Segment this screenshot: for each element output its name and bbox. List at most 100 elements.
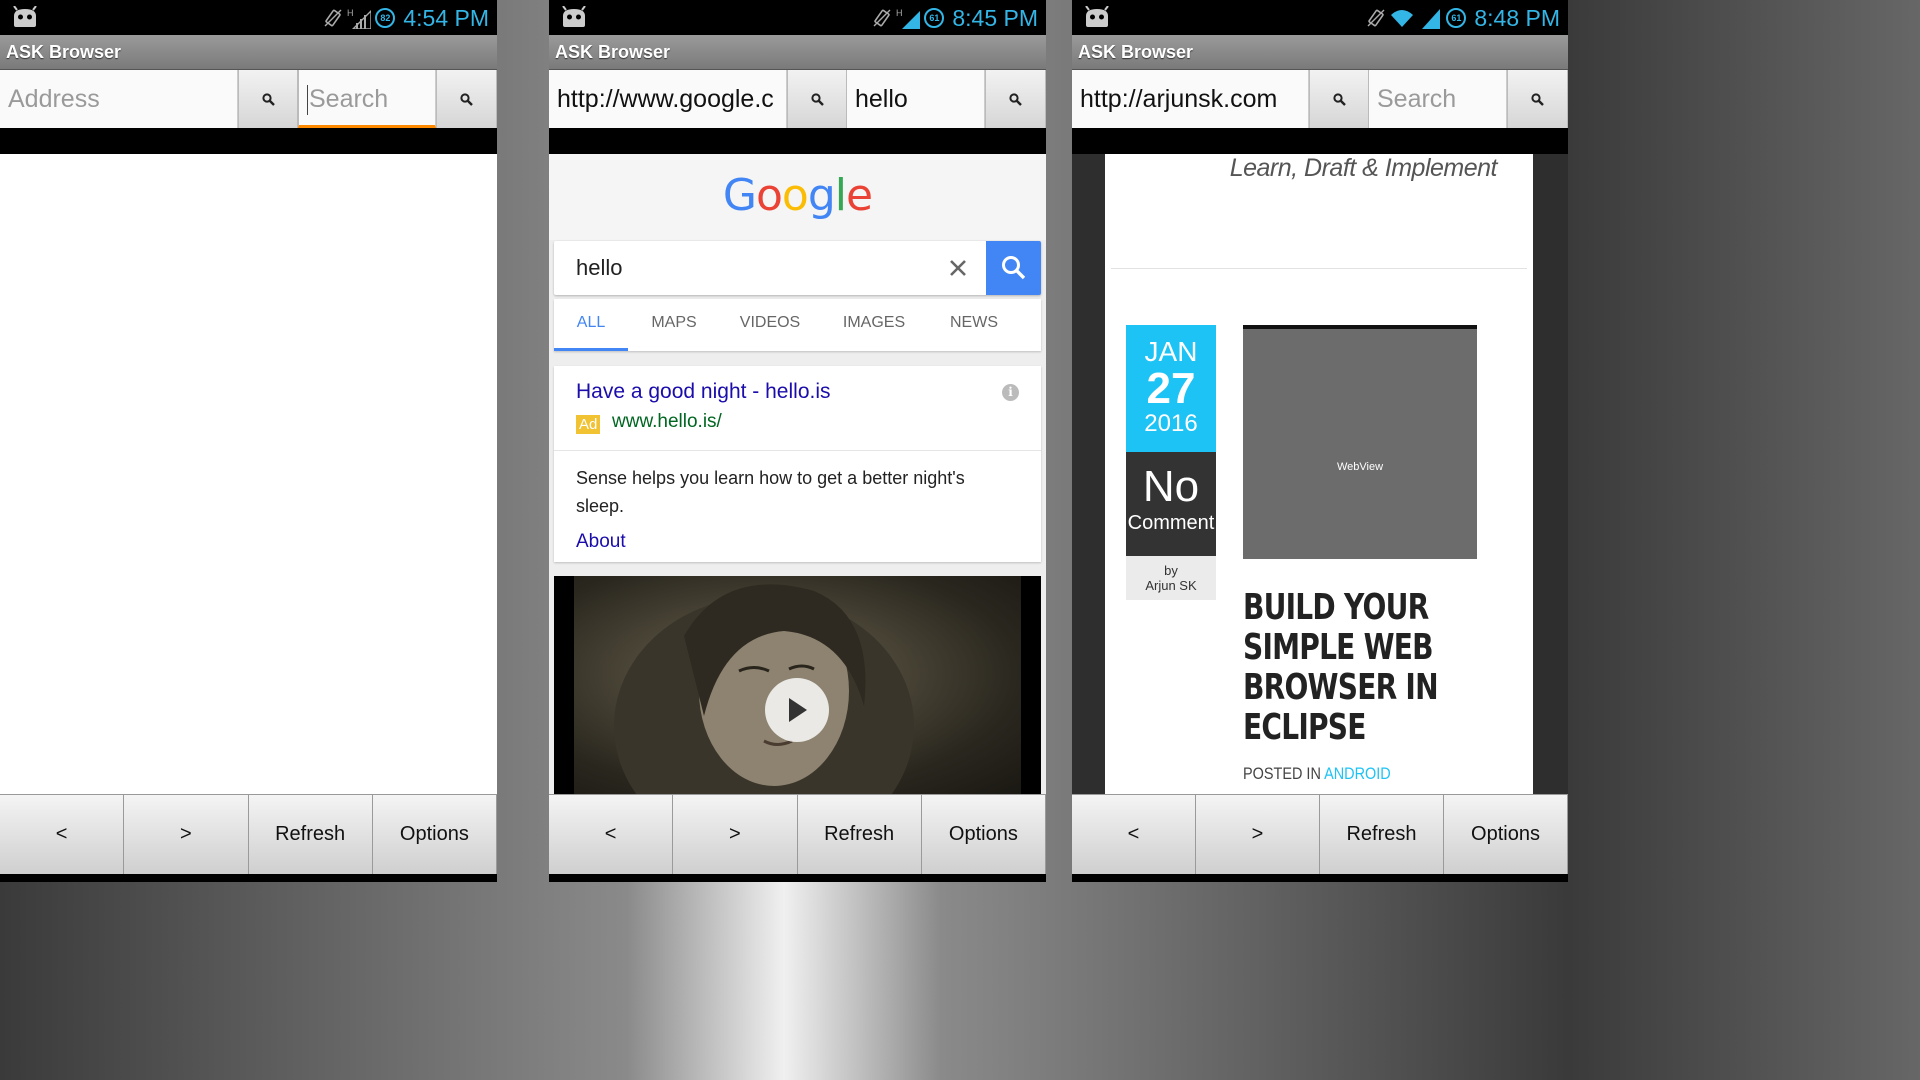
search-input[interactable]: Search	[1369, 70, 1507, 128]
signal-icon: H	[896, 8, 921, 29]
ad-description: Sense helps you learn how to get a bette…	[576, 468, 965, 516]
author-name[interactable]: Arjun SK	[1126, 578, 1216, 593]
search-input[interactable]: Search	[298, 70, 436, 128]
wifi-icon	[1391, 10, 1414, 27]
svg-text:H: H	[896, 8, 903, 18]
play-button[interactable]	[765, 678, 829, 742]
back-button[interactable]: <	[549, 795, 674, 874]
category-link[interactable]: ANDROID	[1324, 764, 1391, 783]
battery-icon: 61	[924, 8, 945, 28]
status-bar: H 82 4:54 PM	[0, 0, 497, 35]
text-cursor	[307, 85, 308, 116]
options-button[interactable]: Options	[921, 795, 1046, 874]
bottom-nav-bar: < > Refresh Options	[1072, 794, 1568, 874]
search-icon	[1332, 92, 1346, 106]
refresh-button[interactable]: Refresh	[1320, 795, 1444, 874]
status-bar: H 61 8:45 PM	[549, 0, 1046, 35]
signal-icon: H	[347, 8, 372, 29]
post-featured-image[interactable]: WebView	[1243, 325, 1477, 559]
bottom-strip	[1072, 874, 1568, 882]
android-icon	[1085, 6, 1109, 27]
address-input[interactable]: Address	[0, 70, 238, 128]
post-month: JAN	[1144, 336, 1198, 367]
play-icon	[789, 698, 807, 722]
webview-google[interactable]: Google hello ALL MAPS VIDEOS IMAGES NEWS…	[549, 154, 1046, 794]
battery-icon: 82	[375, 8, 396, 28]
forward-button[interactable]: >	[673, 795, 798, 874]
blog-page: Learn, Draft & Implement JAN 27 2016 No …	[1105, 154, 1533, 794]
image-label: WebView	[1336, 461, 1384, 473]
back-button[interactable]: <	[0, 795, 125, 874]
video-thumbnail[interactable]	[554, 576, 1041, 794]
search-button[interactable]	[436, 70, 497, 128]
app-title: ASK Browser	[549, 35, 1046, 70]
logo-letter: o	[781, 170, 809, 221]
logo-letter: e	[846, 170, 873, 221]
post-year: 2016	[1144, 410, 1198, 437]
ad-about-link[interactable]: About	[576, 531, 626, 553]
search-icon	[261, 92, 275, 106]
google-search-box: hello	[554, 241, 1041, 295]
tab-maps[interactable]: MAPS	[634, 299, 714, 351]
google-query-input[interactable]: hello	[576, 241, 622, 295]
browser-toolbar: http://www.google.c hello	[549, 70, 1046, 128]
address-input[interactable]: http://arjunsk.com	[1072, 70, 1309, 128]
tab-images[interactable]: IMAGES	[830, 299, 918, 351]
comment-count: No	[1142, 462, 1200, 511]
ad-url[interactable]: www.hello.is/	[612, 411, 722, 433]
search-icon	[1009, 92, 1022, 106]
tab-videos[interactable]: VIDEOS	[728, 299, 812, 351]
webview-blank[interactable]	[0, 154, 497, 794]
go-button[interactable]	[1309, 70, 1369, 128]
back-button[interactable]: <	[1072, 795, 1196, 874]
post-title[interactable]: BUILD YOUR SIMPLE WEB BROWSER IN ECLIPSE	[1243, 588, 1477, 748]
bottom-nav-bar: < > Refresh Options	[0, 794, 497, 874]
search-placeholder: Search	[309, 85, 389, 113]
comment-count-badge[interactable]: No Comment	[1126, 452, 1216, 556]
forward-button[interactable]: >	[124, 795, 249, 874]
tab-news[interactable]: NEWS	[936, 299, 1012, 351]
status-time: 4:54 PM	[403, 4, 489, 31]
search-button[interactable]	[1507, 70, 1568, 128]
search-button[interactable]	[985, 70, 1046, 128]
search-icon	[810, 92, 824, 106]
address-input[interactable]: http://www.google.c	[549, 70, 787, 128]
post-day: 27	[1146, 364, 1196, 413]
info-icon[interactable]: i	[1002, 384, 1019, 401]
comment-label: Comment	[1127, 512, 1215, 534]
refresh-button[interactable]: Refresh	[797, 795, 922, 874]
svg-text:H: H	[347, 8, 354, 18]
clear-icon[interactable]	[946, 256, 970, 280]
ad-badge: Ad	[576, 415, 601, 434]
post-date-badge: JAN 27 2016	[1126, 325, 1216, 452]
author-by: by	[1164, 563, 1178, 578]
ad-result-card: Have a good night - hello.is i Ad www.he…	[554, 366, 1041, 562]
options-button[interactable]: Options	[372, 795, 497, 874]
search-input[interactable]: hello	[847, 70, 985, 128]
logo-letter: G	[722, 170, 757, 221]
google-logo[interactable]: Google	[549, 170, 1046, 221]
ad-title-link[interactable]: Have a good night - hello.is	[576, 380, 831, 404]
forward-button[interactable]: >	[1196, 795, 1320, 874]
google-search-button[interactable]	[986, 241, 1041, 295]
logo-letter: o	[756, 170, 783, 221]
posted-in: POSTED IN ANDROID	[1243, 764, 1391, 784]
bottom-nav-bar: < > Refresh Options	[549, 794, 1046, 874]
site-tagline: Learn, Draft & Implement	[1229, 154, 1498, 182]
progress-band	[0, 128, 497, 154]
search-icon	[1531, 92, 1544, 106]
tab-all[interactable]: ALL	[554, 299, 628, 351]
status-time: 8:45 PM	[952, 4, 1038, 31]
signal-icon	[1422, 9, 1441, 29]
author-box: by Arjun SK	[1126, 556, 1216, 600]
app-title: ASK Browser	[1072, 35, 1568, 70]
android-icon	[562, 6, 586, 27]
phone-screen-2: H 61 8:45 PM ASK Browser http://www.goog…	[549, 0, 1046, 882]
webview-blog[interactable]: Learn, Draft & Implement JAN 27 2016 No …	[1072, 154, 1568, 794]
refresh-button[interactable]: Refresh	[248, 795, 373, 874]
options-button[interactable]: Options	[1444, 795, 1568, 874]
logo-letter: g	[807, 170, 836, 221]
progress-band	[549, 128, 1046, 154]
go-button[interactable]	[787, 70, 847, 128]
go-button[interactable]	[238, 70, 298, 128]
